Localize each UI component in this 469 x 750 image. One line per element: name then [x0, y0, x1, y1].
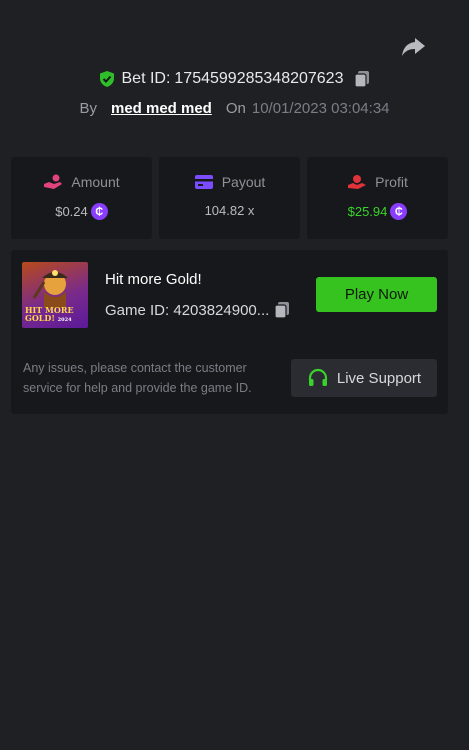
live-support-label: Live Support: [336, 369, 422, 387]
profit-value: $25.94: [347, 204, 388, 219]
bet-id-row: Bet ID: 1754599285348207623: [0, 66, 469, 92]
card-icon: [194, 175, 213, 189]
payout-label: Payout: [221, 174, 266, 190]
profit-card: Profit $25.94 ₵: [307, 157, 448, 239]
payout-card: Payout 104.82 x: [159, 157, 300, 239]
copy-icon[interactable]: [353, 70, 371, 88]
amount-value: $0.24: [55, 204, 88, 219]
coin-icon: ₵: [90, 203, 108, 220]
bet-id-label: Bet ID:: [121, 70, 171, 87]
payout-header: Payout: [159, 174, 300, 190]
game-id: Game ID: 4203824900...: [105, 301, 270, 319]
share-arrow-icon: [402, 38, 425, 56]
share-button[interactable]: [400, 36, 426, 58]
amount-label: Amount: [71, 174, 120, 190]
profit-header: Profit: [307, 174, 448, 190]
hand-coin-icon: [44, 174, 63, 189]
play-now-button[interactable]: Play Now: [316, 277, 437, 312]
bet-id-value: 1754599285348207623: [174, 70, 344, 87]
amount-card: Amount $0.24 ₵: [11, 157, 152, 239]
thumbnail-title: HIT MORE GOLD! 2024: [25, 306, 85, 324]
profit-value-row: $25.94 ₵: [307, 203, 448, 220]
live-support-button[interactable]: Live Support: [291, 359, 437, 397]
bet-date: 10/01/2023 03:04:34: [251, 99, 390, 117]
payout-value: 104.82 x: [204, 203, 255, 218]
payout-value-row: 104.82 x: [159, 203, 300, 218]
support-note: Any issues, please contact the customer …: [23, 361, 252, 395]
coin-icon: ₵: [390, 203, 408, 220]
thumbnail-sub-text: 2024: [57, 317, 72, 323]
bet-stats: Amount $0.24 ₵ Payout 104.82 x Profit $2…: [11, 157, 459, 239]
amount-value-row: $0.24 ₵: [11, 203, 152, 220]
profit-label: Profit: [375, 174, 408, 190]
shield-check-icon: [99, 71, 114, 87]
amount-header: Amount: [11, 174, 152, 190]
on-label: On: [225, 99, 246, 117]
game-title: Hit more Gold!: [105, 271, 202, 288]
game-card: HIT MORE GOLD! 2024 Hit more Gold! Game …: [11, 250, 448, 414]
bet-author-row: By med med med On 10/01/2023 03:04:34: [0, 96, 469, 120]
headset-icon: [308, 368, 327, 386]
copy-icon[interactable]: [273, 301, 291, 319]
hand-money-icon: [348, 175, 367, 189]
username-link[interactable]: med med med: [111, 100, 212, 117]
by-label: By: [79, 99, 97, 117]
game-id-row: Game ID: 4203824900...: [105, 301, 291, 319]
miner-illustration: [32, 270, 68, 308]
game-thumbnail[interactable]: HIT MORE GOLD! 2024: [22, 262, 88, 328]
